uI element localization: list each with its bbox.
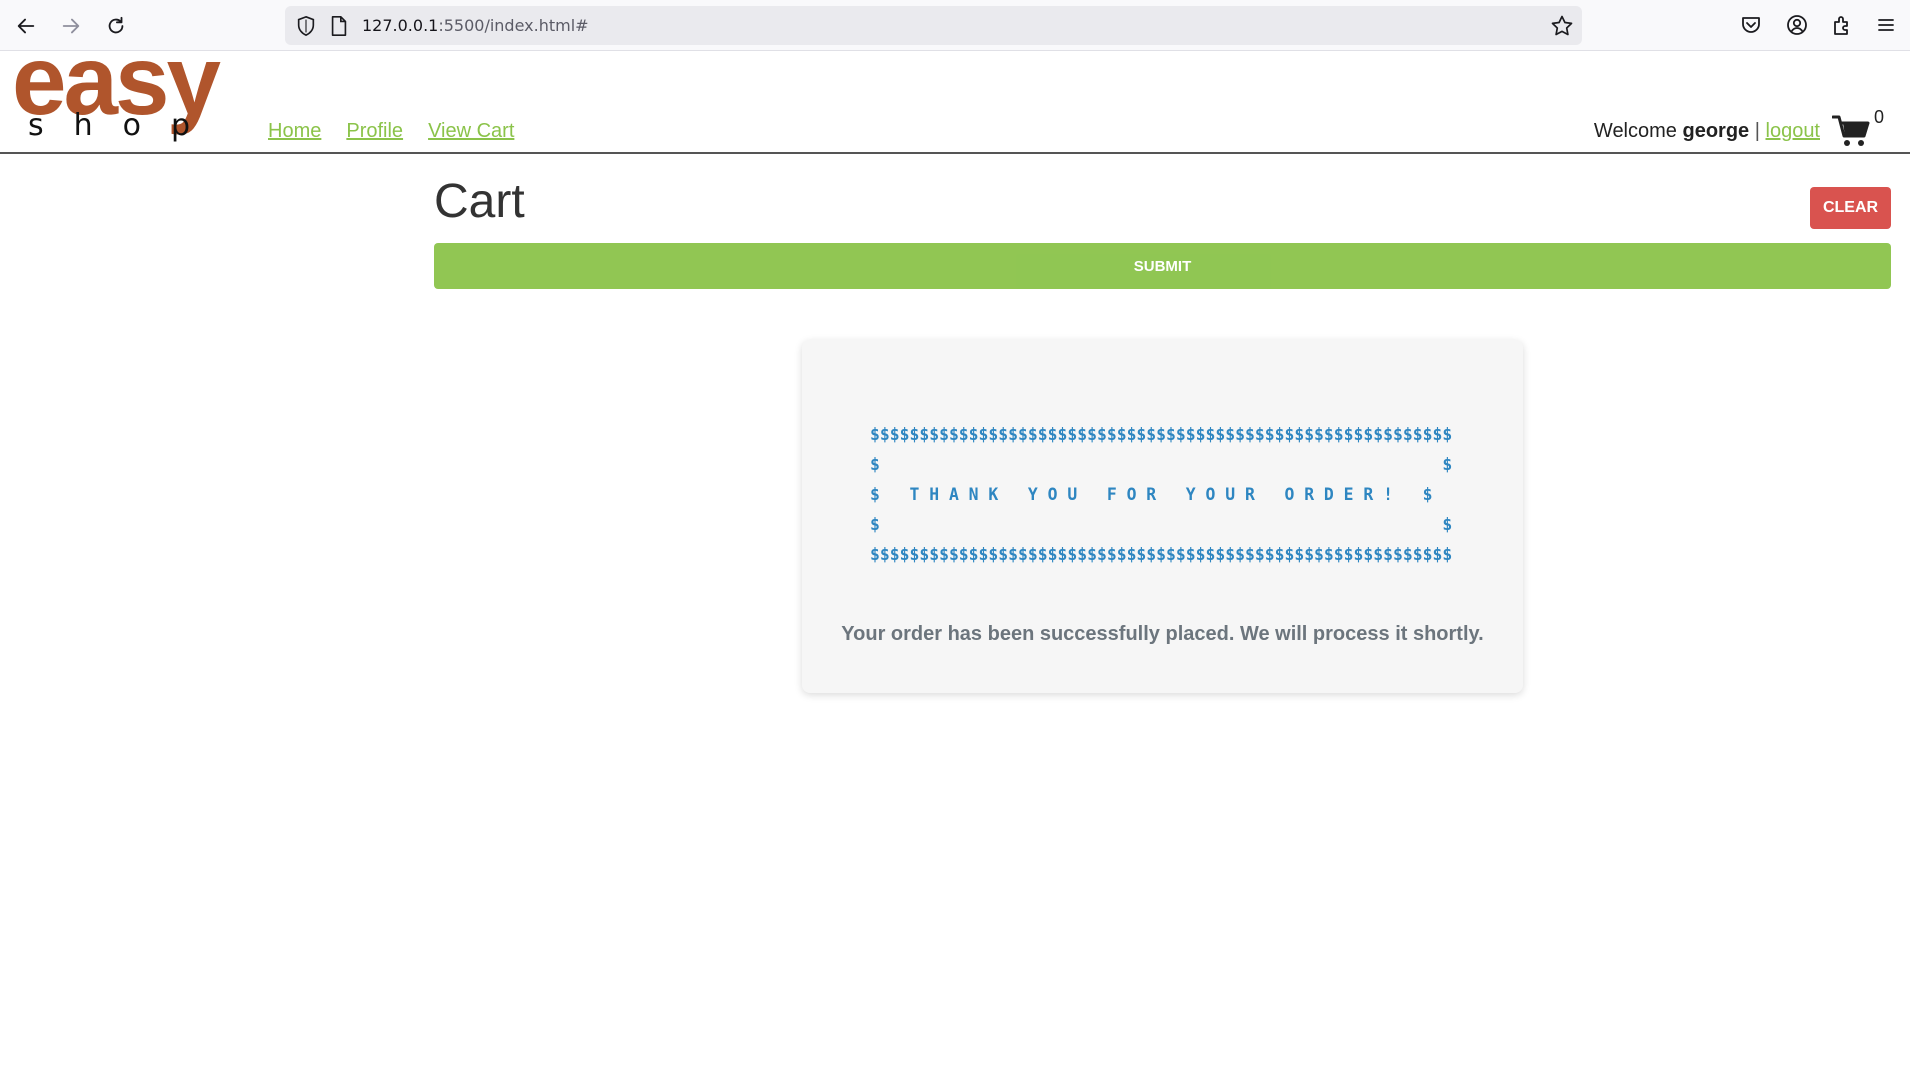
username: george — [1682, 120, 1750, 142]
logo-shop-text: shop — [28, 108, 221, 143]
menu-icon[interactable] — [1874, 13, 1898, 37]
clear-cart-button[interactable]: CLEAR — [1810, 187, 1891, 229]
url-bar[interactable]: 127.0.0.1:5500/index.html# — [285, 6, 1582, 45]
extensions-icon[interactable] — [1830, 13, 1854, 37]
page-icon — [331, 16, 347, 36]
url-text[interactable]: 127.0.0.1:5500/index.html# — [362, 16, 589, 35]
logout-link[interactable]: logout — [1766, 120, 1821, 142]
nav-profile-link[interactable]: Profile — [346, 120, 403, 143]
order-success-message: Your order has been successfully placed.… — [841, 623, 1484, 645]
browser-toolbar: 127.0.0.1:5500/index.html# — [0, 0, 1910, 51]
url-path: :5500/index.html# — [438, 16, 589, 35]
bookmark-star-icon[interactable] — [1550, 14, 1574, 38]
thank-you-banner: $$$$$$$$$$$$$$$$$$$$$$$$$$$$$$$$$$$$$$$$… — [870, 425, 1453, 564]
nav-view-cart-link[interactable]: View Cart — [428, 120, 514, 143]
easyshop-logo[interactable]: easy shop — [12, 31, 257, 151]
shield-icon[interactable] — [295, 15, 317, 37]
page-title: Cart — [434, 175, 525, 228]
welcome-text: Welcome — [1593, 120, 1677, 142]
cart-count-badge: 0 — [1874, 107, 1885, 127]
nav-home-link[interactable]: Home — [268, 120, 321, 143]
site-header: easy shop Home Profile View Cart Welcome… — [0, 31, 1910, 154]
order-confirmation-card: $$$$$$$$$$$$$$$$$$$$$$$$$$$$$$$$$$$$$$$$… — [802, 340, 1523, 693]
cart-icon[interactable] — [1832, 114, 1870, 148]
main-nav: Home Profile View Cart — [268, 120, 514, 143]
user-greeting: Welcome george | logout — [1594, 120, 1820, 143]
separator: | — [1754, 120, 1760, 142]
url-host: 127.0.0.1 — [362, 16, 439, 35]
submit-order-button[interactable]: SUBMIT — [434, 243, 1891, 289]
pocket-icon[interactable] — [1739, 13, 1763, 37]
account-icon[interactable] — [1785, 13, 1809, 37]
